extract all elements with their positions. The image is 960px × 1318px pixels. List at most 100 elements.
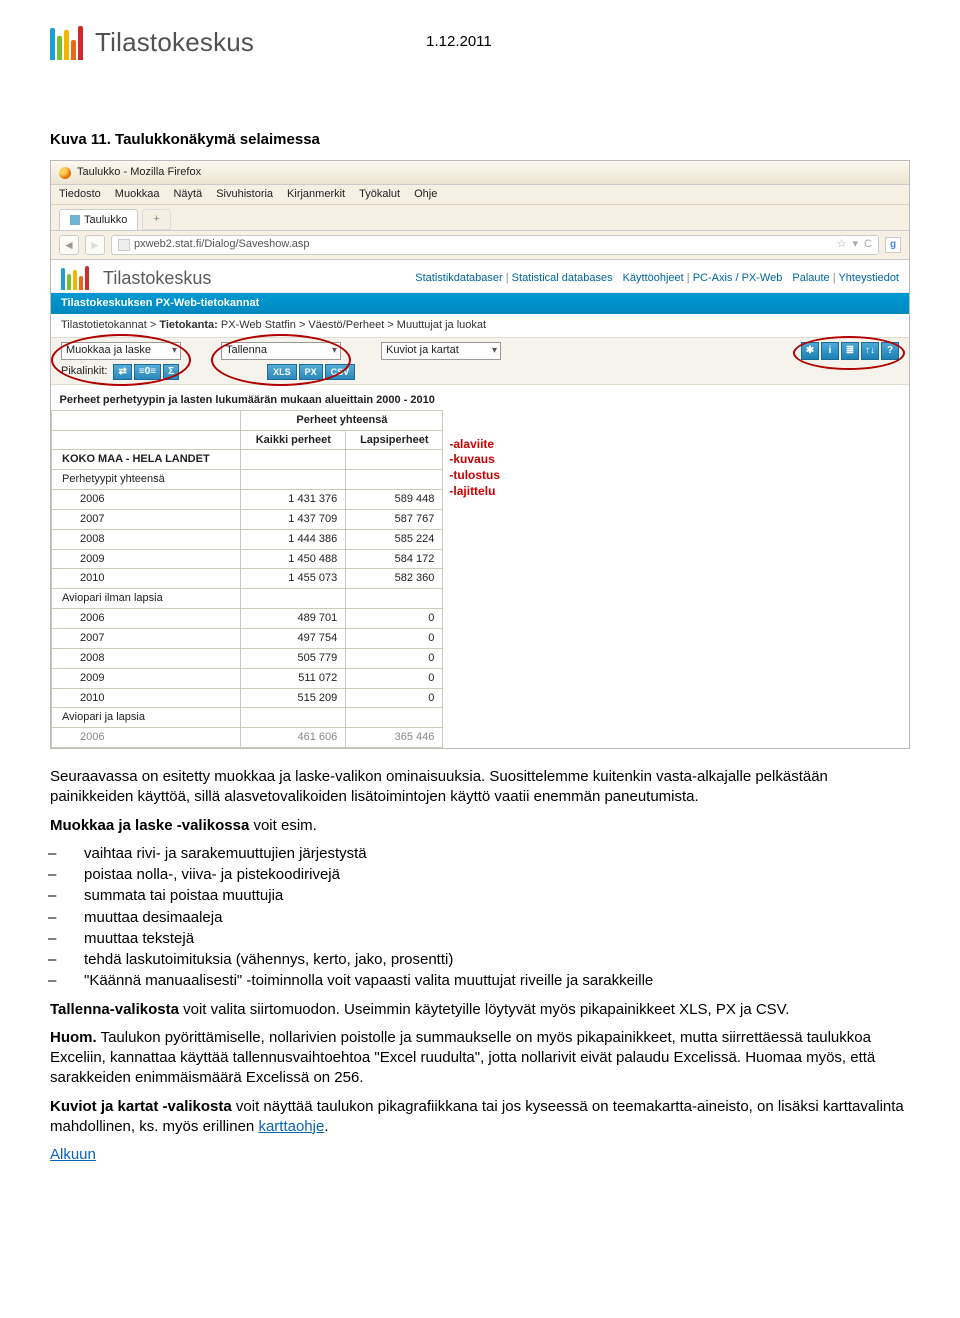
sum-button[interactable]: Σ	[163, 364, 179, 380]
site-logo-icon	[61, 266, 89, 290]
browser-tab[interactable]: Taulukko	[59, 209, 138, 230]
muokkaa-select[interactable]: Muokkaa ja laske	[61, 342, 181, 360]
table-row: 20081 444 386585 224	[52, 529, 443, 549]
toolbar-area: Muokkaa ja laske Tallenna Kuviot ja kart…	[51, 337, 909, 385]
sort-button[interactable]: ↑↓	[861, 342, 879, 360]
help-button[interactable]: ?	[881, 342, 899, 360]
feature-list: vaihtaa rivi- ja sarakemuuttujien järjes…	[50, 844, 910, 992]
url-right-icons: ☆ ▾ C	[837, 237, 872, 252]
table-row: 2007497 7540	[52, 628, 443, 648]
url-text: pxweb2.stat.fi/Dialog/Saveshow.asp	[134, 237, 310, 252]
list-item: summata tai poistaa muuttujia	[50, 886, 910, 906]
back-button[interactable]: ◄	[59, 235, 79, 255]
footnote-button[interactable]: ✱	[801, 342, 819, 360]
page-date: 1.12.2011	[426, 32, 492, 52]
bookmark-icon[interactable]: ☆	[837, 237, 847, 252]
search-engine-icon[interactable]: g	[885, 237, 901, 253]
tallenna-select[interactable]: Tallenna	[221, 342, 341, 360]
top-link[interactable]: Yhteystiedot	[838, 272, 899, 284]
paragraph: Tallenna-valikosta voit valita siirtomuo…	[50, 1000, 910, 1020]
csv-button[interactable]: CSV	[325, 364, 356, 380]
menu-item[interactable]: Kirjanmerkit	[287, 187, 345, 202]
brand-wordmark: Tilastokeskus	[95, 25, 254, 60]
paragraph: Muokkaa ja laske -valikossa voit esim.	[50, 816, 910, 836]
site-header: Tilastokeskus Statistikdatabaser | Stati…	[51, 260, 909, 293]
data-table: Perheet perhetyypin ja lasten lukumäärän…	[51, 391, 443, 748]
url-bar[interactable]: pxweb2.stat.fi/Dialog/Saveshow.asp ☆ ▾ C	[111, 235, 879, 255]
table-row: 2006489 7010	[52, 609, 443, 629]
muokkaa-group: Muokkaa ja laske	[61, 342, 181, 360]
remove-zero-button[interactable]: ≡0≡	[134, 364, 161, 380]
tallenna-group: Tallenna	[221, 342, 341, 360]
list-item: "Käännä manuaalisesti" -toiminnolla voit…	[50, 971, 910, 991]
row-group: Aviopari ja lapsia	[52, 708, 241, 728]
menu-item[interactable]: Sivuhistoria	[216, 187, 273, 202]
table-row: 2008505 7790	[52, 648, 443, 668]
list-item: vaihtaa rivi- ja sarakemuuttujien järjes…	[50, 844, 910, 864]
paragraph: Kuviot ja kartat -valikosta voit näyttää…	[50, 1097, 910, 1138]
list-item: muuttaa desimaaleja	[50, 908, 910, 928]
menu-item[interactable]: Muokkaa	[115, 187, 160, 202]
table-row: 2006461 606365 446	[52, 728, 443, 748]
menu-item[interactable]: Työkalut	[359, 187, 400, 202]
top-link[interactable]: Käyttöohjeet	[623, 272, 684, 284]
top-link[interactable]: Statistical databases	[512, 272, 613, 284]
col-header: Lapsiperheet	[346, 430, 443, 450]
list-item: tehdä laskutoimituksia (vähennys, kerto,…	[50, 950, 910, 970]
table-row: 20101 455 073582 360	[52, 569, 443, 589]
list-item: poistaa nolla-, viiva- ja pistekoodirive…	[50, 865, 910, 885]
xls-button[interactable]: XLS	[267, 364, 297, 380]
screenshot-figure: Taulukko - Mozilla Firefox Tiedosto Muok…	[50, 160, 910, 749]
pivot-button[interactable]: ⇄	[113, 364, 131, 380]
table-row: 20061 431 376589 448	[52, 490, 443, 510]
browser-titlebar: Taulukko - Mozilla Firefox	[51, 161, 909, 185]
menu-item[interactable]: Näytä	[173, 187, 202, 202]
top-link[interactable]: Statistikdatabaser	[415, 272, 502, 284]
table-title: Perheet perhetyypin ja lasten lukumäärän…	[52, 391, 443, 410]
window-title: Taulukko - Mozilla Firefox	[77, 165, 201, 180]
table-row: 2009511 0720	[52, 668, 443, 688]
row-group: Perhetyypit yhteensä	[52, 470, 241, 490]
tilastokeskus-logo-icon	[50, 26, 83, 60]
body-text: Seuraavassa on esitetty muokkaa ja laske…	[50, 767, 910, 1165]
new-tab-button[interactable]: +	[142, 209, 170, 230]
top-link[interactable]: PC-Axis / PX-Web	[693, 272, 783, 284]
alkuun-link[interactable]: Alkuun	[50, 1146, 96, 1163]
print-button[interactable]: ≣	[841, 342, 859, 360]
top-link[interactable]: Palaute	[792, 272, 829, 284]
site-top-links: Statistikdatabaser | Statistical databas…	[415, 271, 899, 286]
kuviot-group: Kuviot ja kartat	[381, 342, 501, 360]
site-wordmark: Tilastokeskus	[103, 266, 211, 290]
row-label: KOKO MAA - HELA LANDET	[52, 450, 241, 470]
row-group: Aviopari ilman lapsia	[52, 589, 241, 609]
menu-item[interactable]: Tiedosto	[59, 187, 101, 202]
figure-caption: Kuva 11. Taulukkonäkymä selaimessa	[50, 130, 910, 150]
quick-link-pivot: ⇄ ≡0≡ Σ	[113, 364, 179, 380]
info-button[interactable]: i	[821, 342, 839, 360]
list-item: muuttaa tekstejä	[50, 929, 910, 949]
paragraph: Huom. Taulukon pyörittämiselle, nollariv…	[50, 1028, 910, 1089]
table-row: 20071 437 709587 767	[52, 509, 443, 529]
pikalinkit-label: Pikalinkit:	[61, 364, 107, 379]
site-favicon-icon	[118, 239, 130, 251]
annotation-labels: -alaviite -kuvaus -tulostus -lajittelu	[449, 437, 500, 499]
karttaohje-link[interactable]: karttaohje	[258, 1118, 324, 1135]
reload-icon[interactable]: C	[864, 237, 872, 252]
kuviot-select[interactable]: Kuviot ja kartat	[381, 342, 501, 360]
table-row: 20091 450 488584 172	[52, 549, 443, 569]
quick-link-save: XLS PX CSV	[267, 364, 355, 380]
browser-menubar: Tiedosto Muokkaa Näytä Sivuhistoria Kirj…	[51, 185, 909, 205]
table-row: 2010515 2090	[52, 688, 443, 708]
px-button[interactable]: PX	[299, 364, 323, 380]
col-header: Kaikki perheet	[241, 430, 346, 450]
browser-navbar: ◄ ► pxweb2.stat.fi/Dialog/Saveshow.asp ☆…	[51, 231, 909, 260]
col-group-header: Perheet yhteensä	[241, 410, 443, 430]
tab-label: Taulukko	[84, 213, 127, 228]
icon-button-group: ✱ i ≣ ↑↓ ?	[801, 342, 899, 360]
tab-favicon-icon	[70, 215, 80, 225]
paragraph: Seuraavassa on esitetty muokkaa ja laske…	[50, 767, 910, 808]
firefox-icon	[59, 167, 71, 179]
menu-item[interactable]: Ohje	[414, 187, 437, 202]
forward-button[interactable]: ►	[85, 235, 105, 255]
page-header: Tilastokeskus 1.12.2011	[50, 25, 910, 60]
